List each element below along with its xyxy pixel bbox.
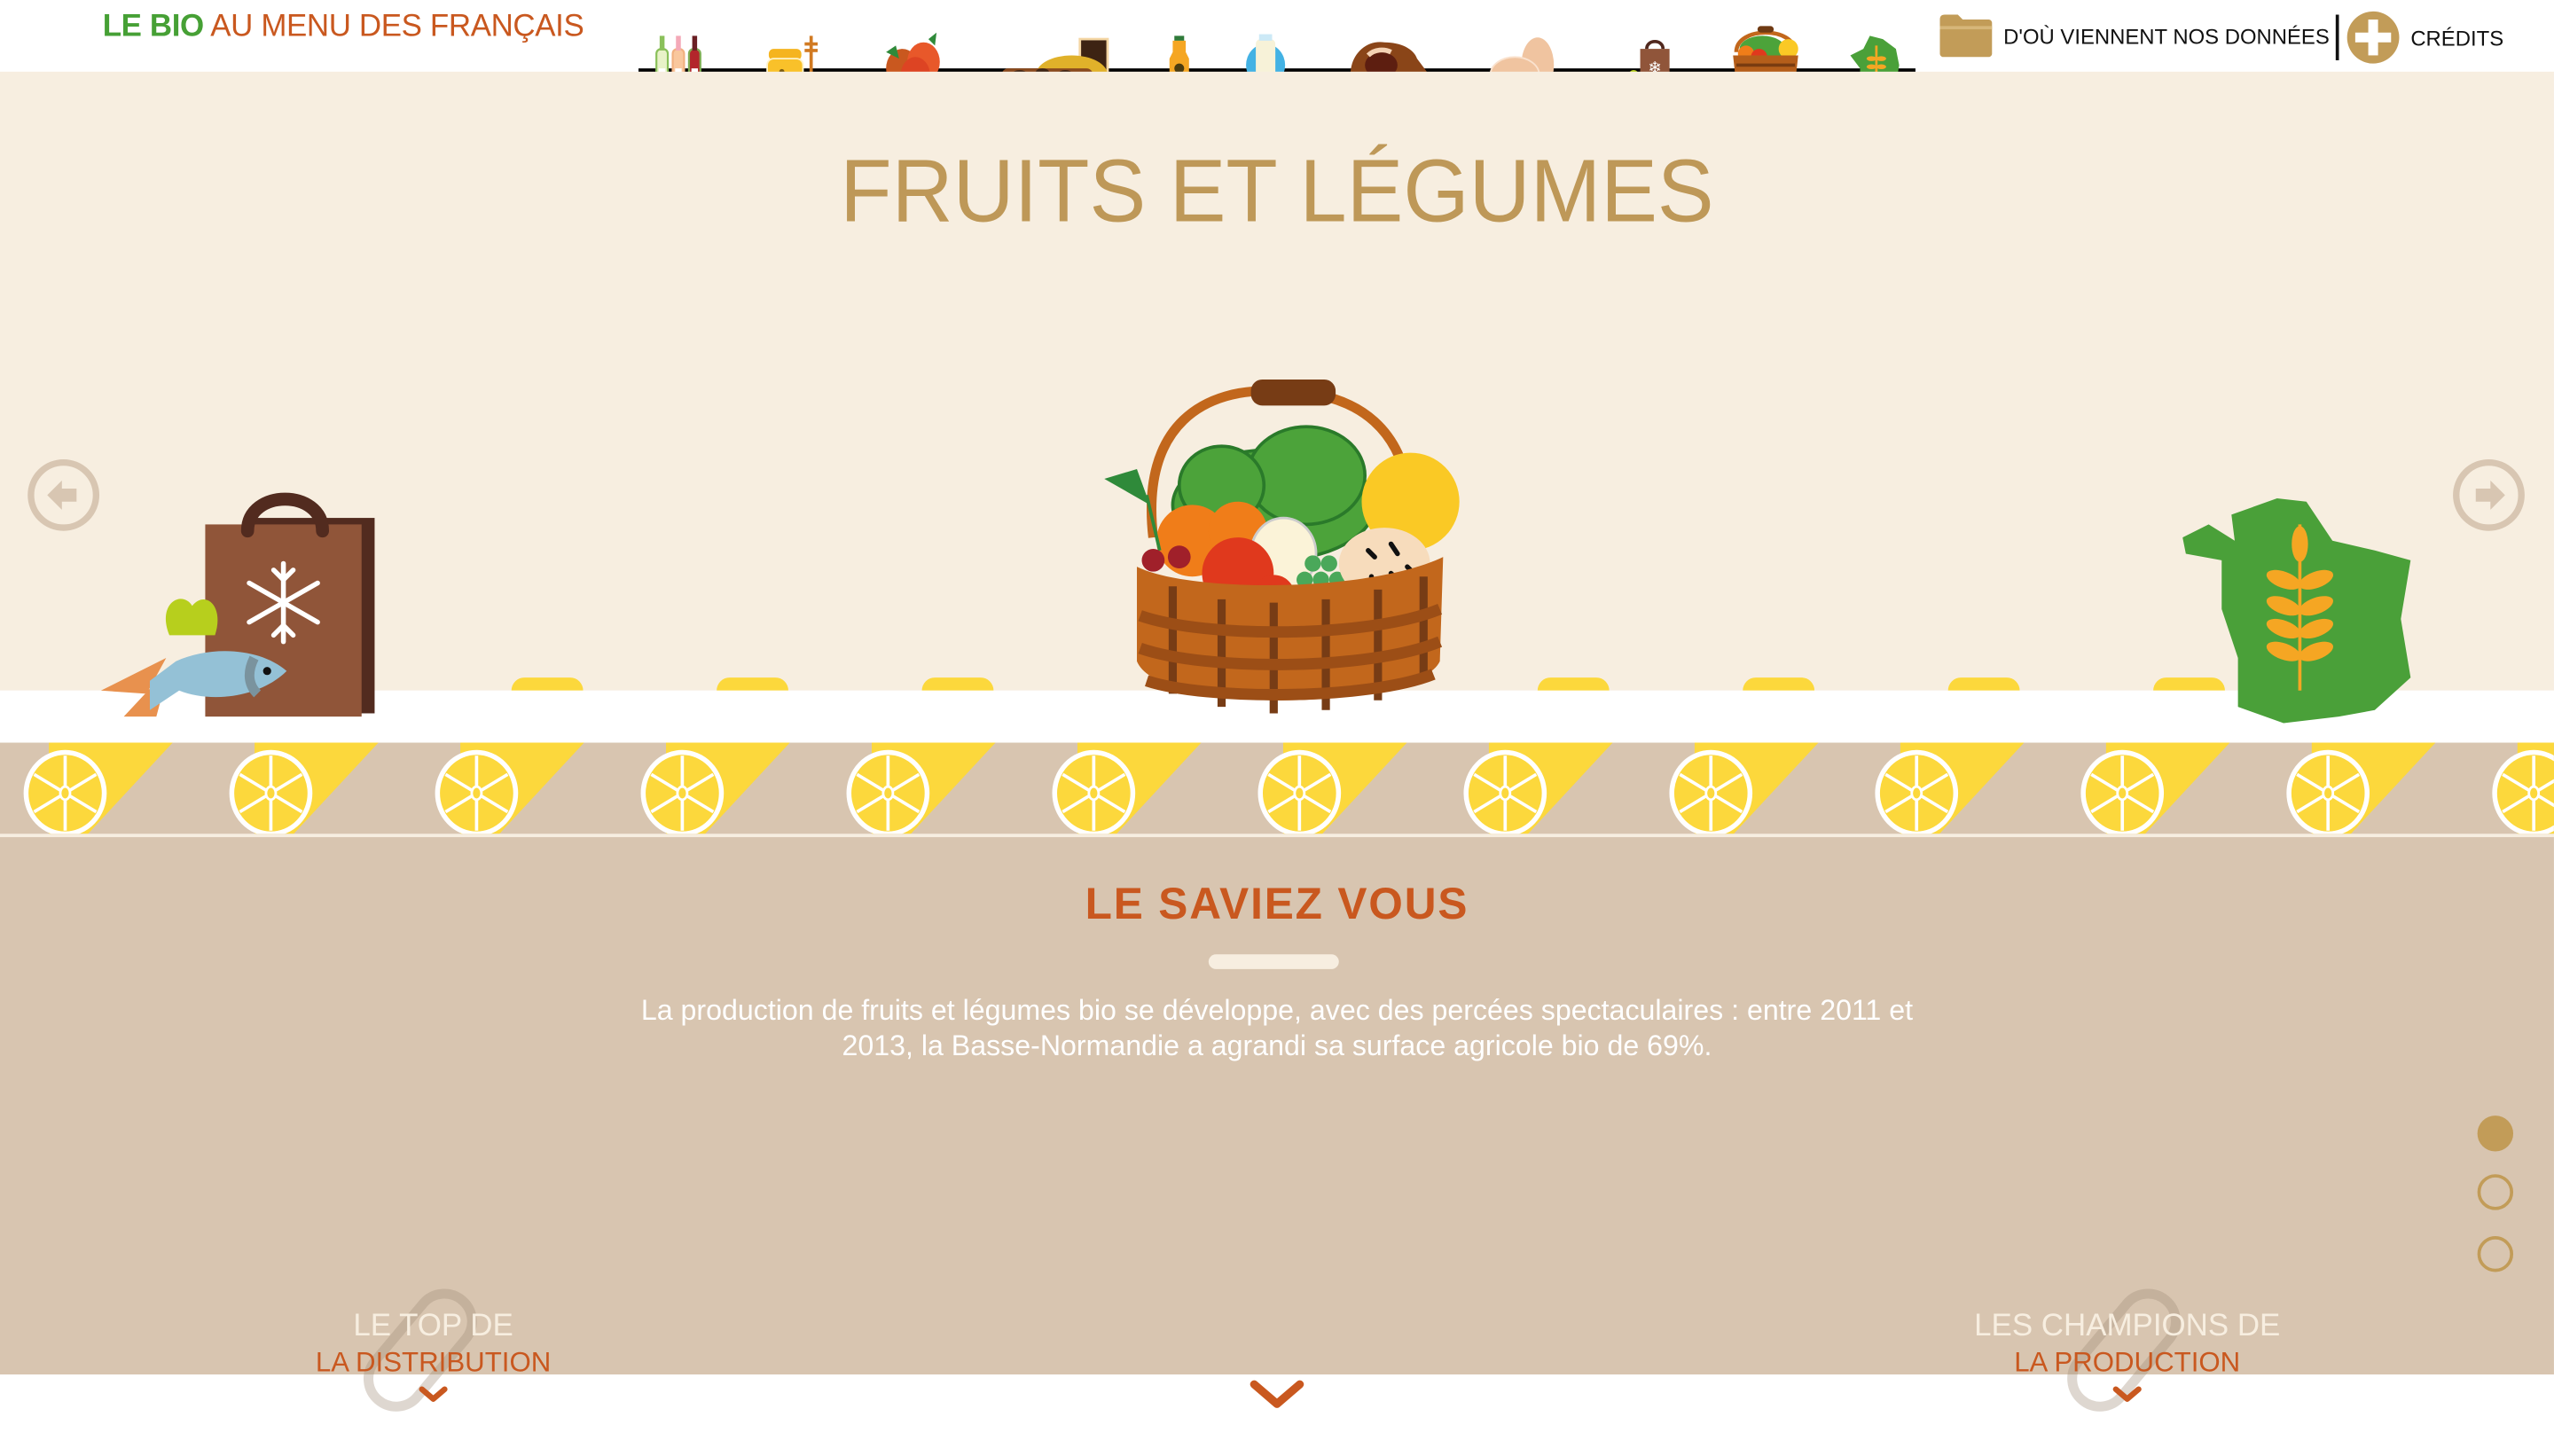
lemon-wheels — [23, 742, 2554, 834]
credits-button[interactable]: CRÉDITS — [2346, 10, 2503, 65]
top-distribution-link[interactable]: LE TOP DE LA DISTRIBUTION — [270, 1310, 596, 1405]
vegetable-basket-illustration — [1104, 379, 1460, 714]
pager-dot-2[interactable] — [2477, 1174, 2514, 1210]
next-category-button[interactable] — [2453, 458, 2525, 531]
previous-category-button[interactable] — [27, 458, 100, 531]
header-separator — [2335, 14, 2339, 60]
pager-dot-3[interactable] — [2477, 1236, 2514, 1272]
chevron-down-icon — [419, 1386, 448, 1402]
lemon-bump — [1743, 677, 1815, 691]
conveyor-belt — [0, 742, 2554, 834]
did-you-know-title: LE SAVIEZ VOUS — [1085, 879, 1469, 928]
arrow-left-icon — [47, 480, 77, 510]
lemon-bump — [717, 677, 788, 691]
frozen-food-illustration[interactable] — [98, 489, 391, 736]
lemon-wheel — [1463, 742, 1613, 834]
plus-circle-icon — [2346, 11, 2400, 64]
fact-text: La production de fruits et légumes bio s… — [640, 993, 1914, 1062]
champions-production-line2: LA PRODUCTION — [2014, 1346, 2241, 1378]
lemon-wheel — [2492, 742, 2554, 834]
brand-logo[interactable]: LE BIO AU MENU DES FRANÇAIS — [103, 10, 584, 45]
lemon-wheel — [846, 742, 996, 834]
lemon-wheel — [1669, 742, 1819, 834]
credits-label: CRÉDITS — [2410, 25, 2504, 51]
scroll-down-button[interactable] — [1248, 1378, 1306, 1411]
lemon-bump — [1537, 677, 1610, 691]
lemon-bump — [511, 677, 584, 691]
pager-dot-1[interactable] — [2477, 1115, 2514, 1152]
data-sources-label: D'OÙ VIENNENT NOS DONNÉES — [2003, 23, 2330, 49]
champions-production-link[interactable]: LES CHAMPIONS DE LA PRODUCTION — [1931, 1310, 2323, 1405]
lemon-wheel — [229, 742, 379, 834]
lemon-wheel — [23, 742, 173, 834]
france-map-illustration[interactable] — [2182, 495, 2420, 724]
lemon-wheel — [1052, 742, 1202, 834]
data-sources-button[interactable]: D'OÙ VIENNENT NOS DONNÉES — [1939, 13, 2330, 59]
lemon-wheel — [1257, 742, 1407, 834]
brand-bold: LE BIO — [102, 10, 205, 44]
lemon-wheel — [1875, 742, 2025, 834]
lemon-wheel — [2080, 742, 2230, 834]
champions-production-line1: LES CHAMPIONS DE — [1974, 1309, 2281, 1344]
lemon-bump — [921, 677, 994, 691]
lemon-wheel — [435, 742, 584, 834]
lemon-bump — [1947, 677, 2020, 691]
title-underline — [1208, 954, 1339, 969]
page-title: FRUITS ET LÉGUMES — [840, 142, 1714, 242]
arrow-right-icon — [2475, 480, 2505, 510]
page: LE BIO AU MENU DES FRANÇAIS ❄ D'OÙ VIENN… — [0, 0, 2554, 1456]
chevron-down-icon — [2112, 1386, 2142, 1402]
lemon-wheel — [640, 742, 790, 834]
top-distribution-line2: LA DISTRIBUTION — [315, 1346, 552, 1378]
folder-icon — [1939, 14, 1993, 58]
top-distribution-line1: LE TOP DE — [353, 1309, 513, 1344]
lemon-wheel — [2286, 742, 2436, 834]
brand-rest: AU MENU DES FRANÇAIS — [203, 10, 584, 44]
